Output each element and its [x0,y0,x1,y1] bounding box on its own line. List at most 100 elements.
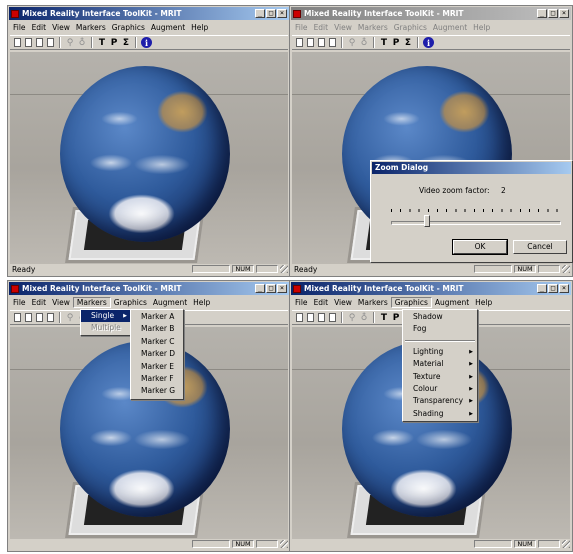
menu-item-marker-e[interactable]: Marker E [131,361,183,373]
light-bulb-icon[interactable]: ♁ [359,313,369,323]
dialog-title[interactable]: Zoom Dialog [372,162,571,174]
pin-icon[interactable]: ⚲ [65,38,75,48]
new-document-icon[interactable] [14,313,21,322]
copy-icon[interactable] [318,38,325,47]
menu-graphics[interactable]: Graphics [111,297,150,308]
pin-icon[interactable]: ⚲ [347,313,357,323]
menu-item-marker-f[interactable]: Marker F [131,373,183,385]
menu-edit[interactable]: Edit [29,22,50,33]
sigma-tool-button[interactable]: Σ [121,38,131,48]
menu-item-multiple[interactable]: Multiple [81,322,131,334]
text-tool-button[interactable]: T [379,38,389,48]
menu-markers[interactable]: Markers [72,297,111,308]
cancel-button[interactable]: Cancel [513,240,567,254]
menu-markers[interactable]: Markers [355,297,391,308]
minimize-button[interactable]: _ [255,284,265,293]
title-bar[interactable]: Mixed Reality Interface ToolKit - MRIT _… [9,282,289,295]
minimize-button[interactable]: _ [537,284,547,293]
info-icon[interactable]: i [141,37,152,48]
menu-item-lighting[interactable]: Lighting ▶ [403,346,477,358]
new-document-icon[interactable] [296,38,303,47]
menu-help[interactable]: Help [470,22,493,33]
close-button[interactable]: × [559,9,569,18]
ok-button[interactable]: OK [452,239,508,255]
menu-edit[interactable]: Edit [311,297,332,308]
menu-file[interactable]: File [292,22,311,33]
copy-icon[interactable] [36,38,43,47]
resize-grip-icon[interactable] [562,540,570,548]
title-bar[interactable]: Mixed Reality Interface ToolKit - MRIT _… [9,7,289,20]
zoom-slider[interactable] [391,207,561,227]
menu-graphics[interactable]: Graphics [390,297,432,308]
menu-item-single[interactable]: Single ▶ [81,310,131,323]
menu-item-marker-b[interactable]: Marker B [131,323,183,335]
light-bulb-icon[interactable]: ♁ [359,38,369,48]
close-button[interactable]: × [277,9,287,18]
save-icon[interactable] [25,313,32,322]
menu-markers[interactable]: Markers [73,22,109,33]
menu-item-marker-d[interactable]: Marker D [131,348,183,360]
pin-icon[interactable]: ⚲ [347,38,357,48]
paste-icon[interactable] [47,38,54,47]
resize-grip-icon[interactable] [280,265,288,273]
menu-item-texture[interactable]: Texture ▶ [403,371,477,383]
menu-graphics[interactable]: Graphics [391,22,430,33]
save-icon[interactable] [307,313,314,322]
close-button[interactable]: × [559,284,569,293]
menu-file[interactable]: File [292,297,311,308]
menu-item-shading[interactable]: Shading ▶ [403,408,477,420]
menu-view[interactable]: View [49,297,73,308]
menu-item-shadow[interactable]: Shadow [403,311,477,323]
menu-item-fog[interactable]: Fog [403,323,477,335]
menu-item-marker-c[interactable]: Marker C [131,336,183,348]
maximize-button[interactable]: □ [266,284,276,293]
minimize-button[interactable]: _ [255,9,265,18]
menu-help[interactable]: Help [472,297,495,308]
menu-augment[interactable]: Augment [432,297,472,308]
menu-item-transparency[interactable]: Transparency ▶ [403,395,477,407]
menu-augment[interactable]: Augment [150,297,190,308]
paste-icon[interactable] [329,38,336,47]
menu-item-colour[interactable]: Colour ▶ [403,383,477,395]
resize-grip-icon[interactable] [280,540,288,548]
paste-icon[interactable] [329,313,336,322]
menu-edit[interactable]: Edit [311,22,332,33]
p-tool-button[interactable]: P [391,38,401,48]
slider-thumb[interactable] [424,215,430,227]
copy-icon[interactable] [318,313,325,322]
pin-icon[interactable]: ⚲ [65,313,75,323]
menu-view[interactable]: View [331,297,355,308]
text-tool-button[interactable]: T [379,313,389,323]
minimize-button[interactable]: _ [537,9,547,18]
maximize-button[interactable]: □ [266,9,276,18]
menu-item-marker-a[interactable]: Marker A [131,311,183,323]
menu-item-material[interactable]: Material ▶ [403,358,477,370]
menu-edit[interactable]: Edit [29,297,50,308]
save-icon[interactable] [307,38,314,47]
title-bar[interactable]: Mixed Reality Interface ToolKit - MRIT _… [291,7,571,20]
menu-file[interactable]: File [10,22,29,33]
video-view[interactable] [10,52,288,264]
info-icon[interactable]: i [423,37,434,48]
menu-markers[interactable]: Markers [355,22,391,33]
maximize-button[interactable]: □ [548,9,558,18]
resize-grip-icon[interactable] [562,265,570,273]
menu-help[interactable]: Help [190,297,213,308]
paste-icon[interactable] [47,313,54,322]
menu-view[interactable]: View [49,22,73,33]
copy-icon[interactable] [36,313,43,322]
menu-view[interactable]: View [331,22,355,33]
new-document-icon[interactable] [14,38,21,47]
menu-item-marker-g[interactable]: Marker G [131,385,183,397]
maximize-button[interactable]: □ [548,284,558,293]
title-bar[interactable]: Mixed Reality Interface ToolKit - MRIT _… [291,282,571,295]
menu-file[interactable]: File [10,297,29,308]
menu-graphics[interactable]: Graphics [109,22,148,33]
light-bulb-icon[interactable]: ♁ [77,38,87,48]
menu-help[interactable]: Help [188,22,211,33]
menu-augment[interactable]: Augment [148,22,188,33]
save-icon[interactable] [25,38,32,47]
sigma-tool-button[interactable]: Σ [403,38,413,48]
menu-augment[interactable]: Augment [430,22,470,33]
p-tool-button[interactable]: P [391,313,401,323]
